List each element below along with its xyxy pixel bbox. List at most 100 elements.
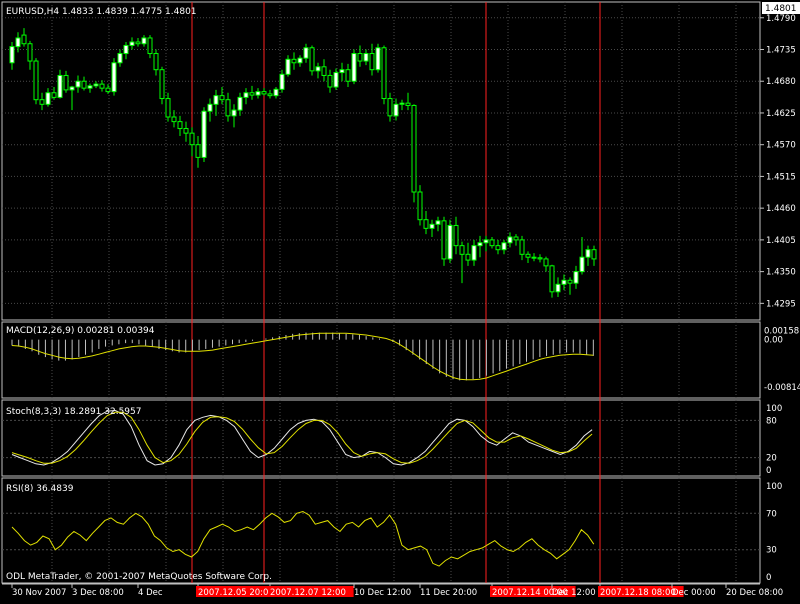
- time-tick-label: Dec 12:00: [552, 588, 596, 598]
- time-tick-label: 3 Dec 08:00: [72, 588, 124, 598]
- candle-body: [507, 236, 513, 244]
- time-tick-label: 10 Dec 12:00: [354, 588, 411, 598]
- candle-body: [327, 74, 333, 88]
- price-tick-label: 1.4405: [766, 236, 796, 246]
- price-tick-label: 1.4570: [766, 141, 796, 151]
- candle-body: [369, 53, 375, 71]
- time-tick-label: 20 Dec 08:00: [726, 588, 783, 598]
- candle-body: [477, 242, 483, 247]
- candle-body: [51, 92, 57, 98]
- candle-body: [585, 249, 591, 258]
- candle-body: [339, 69, 345, 74]
- candle-body: [519, 239, 525, 255]
- candle-body: [249, 92, 255, 96]
- axes: 1.4790 1.4735 1.4680 1.4625 1.4570 1.4515 1.44…: [2, 14, 800, 598]
- candle-body: [225, 99, 231, 117]
- candle-body: [501, 242, 507, 251]
- candle-body: [99, 83, 105, 89]
- candle-body: [555, 283, 561, 293]
- candle-body: [429, 223, 435, 229]
- candle-body: [321, 66, 327, 76]
- macd-tick-label: -0.00814: [764, 383, 800, 393]
- candle-body: [177, 121, 183, 130]
- candle-body: [573, 271, 579, 284]
- current-price-marker: 1.4801: [762, 2, 800, 14]
- candle-body: [219, 95, 225, 101]
- rsi-panel-title: RSI(8) 36.4839: [6, 484, 74, 494]
- candle-body: [33, 60, 39, 101]
- candle-body: [279, 73, 285, 90]
- candle-body: [117, 53, 123, 64]
- candle-body: [267, 93, 273, 97]
- time-tick-label: 4 Dec: [138, 588, 163, 598]
- candle-body: [399, 102, 405, 105]
- candle-body: [141, 37, 147, 45]
- price-tick-label: 1.4680: [766, 77, 796, 87]
- candle-body: [549, 265, 555, 293]
- stochastic-indicator: [2, 409, 760, 466]
- candle-body: [237, 96, 243, 111]
- candle-body: [357, 53, 363, 62]
- time-tick-label: 11 Dec 20:00: [420, 588, 477, 598]
- chart-canvas[interactable]: 1.4790 1.4735 1.4680 1.4625 1.4570 1.4515 1.44…: [0, 0, 800, 600]
- candle-body: [435, 220, 441, 225]
- candle-body: [69, 86, 75, 91]
- candle-body: [57, 74, 63, 98]
- candle-body: [333, 72, 339, 88]
- price-panel-title: EURUSD,H4 1.4833 1.4839 1.4775 1.4801: [6, 7, 197, 17]
- candle-body: [171, 116, 177, 123]
- vertical-markers: [191, 2, 601, 583]
- candle-body: [351, 53, 357, 82]
- price-tick-label: 1.4295: [766, 299, 796, 309]
- candle-body: [423, 219, 429, 229]
- candle-body: [285, 58, 291, 75]
- candle-body: [363, 53, 369, 62]
- candle-body: [375, 47, 381, 71]
- candle-body: [63, 74, 69, 91]
- candle-body: [153, 53, 159, 71]
- candle-body: [441, 220, 447, 260]
- stoch-tick-label: 100: [766, 404, 782, 414]
- candle-body: [411, 104, 417, 193]
- candle-body: [417, 191, 423, 221]
- candle-body: [213, 95, 219, 105]
- candle-body: [189, 132, 195, 146]
- rsi-tick-label: 70: [766, 509, 777, 519]
- candle-body: [387, 98, 393, 117]
- candle-body: [147, 37, 153, 55]
- macd-panel-title: MACD(12,26,9) 0.00281 0.00394: [6, 326, 155, 336]
- price-tick-label: 1.4790: [766, 14, 796, 24]
- candle-body: [453, 224, 459, 247]
- stoch-panel-title: Stoch(8,3,3) 18.2891 32.5957: [6, 407, 141, 417]
- candle-body: [183, 128, 189, 134]
- candle-body: [345, 69, 351, 82]
- candle-body: [405, 102, 411, 106]
- price-tick-label: 1.4460: [766, 204, 796, 214]
- candle-body: [393, 103, 399, 117]
- candle-body: [195, 144, 201, 158]
- stoch-main-line: [11, 409, 593, 466]
- candle-body: [75, 80, 81, 88]
- time-tick-label: Dec 00:00: [672, 588, 716, 598]
- candle-body: [255, 91, 261, 96]
- macd-tick-label: 0.00: [764, 336, 783, 346]
- candle-body: [381, 47, 387, 100]
- candle-body: [291, 58, 297, 64]
- candle-body: [129, 41, 135, 46]
- metatrader-chart-window[interactable]: 1.4790 1.4735 1.4680 1.4625 1.4570 1.4515 1.44…: [0, 0, 800, 600]
- candle-body: [261, 91, 267, 95]
- time-tick-label: 2007.12.07 12:00: [270, 588, 346, 598]
- candle-body: [315, 66, 321, 72]
- macd-indicator: [11, 332, 594, 381]
- candle-body: [309, 47, 315, 72]
- candle-body: [543, 258, 549, 267]
- candle-body: [489, 239, 495, 247]
- time-tick-label: 2007.12.05 20:00: [198, 588, 274, 598]
- candle-body: [45, 92, 51, 105]
- price-tick-label: 1.4515: [766, 172, 796, 182]
- candle-body: [537, 257, 543, 260]
- candle-body: [123, 44, 129, 55]
- candle-body: [21, 34, 27, 45]
- candle-body: [135, 41, 141, 45]
- stoch-tick-label: 20: [766, 454, 777, 464]
